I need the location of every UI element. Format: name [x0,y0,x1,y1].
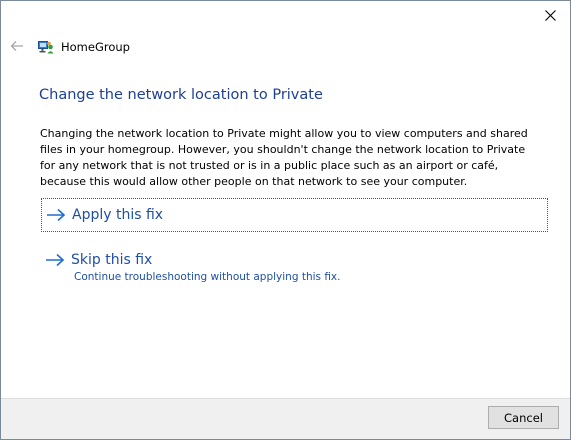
footer-bar: Cancel [1,398,570,439]
description-text: Changing the network location to Private… [40,127,528,188]
homegroup-icon [38,40,54,54]
right-arrow-icon [45,253,65,267]
window-title: HomeGroup [61,40,130,54]
close-button[interactable] [536,3,564,27]
close-icon [544,9,556,21]
page-heading: Change the network location to Private [39,87,323,103]
title-bar: HomeGroup [38,38,130,56]
skip-fix-option[interactable]: Skip this fix Continue troubleshooting w… [45,252,385,292]
back-button[interactable] [7,36,27,56]
apply-fix-option[interactable]: Apply this fix [41,198,548,232]
cancel-button[interactable]: Cancel [488,406,559,429]
back-arrow-icon [10,41,23,51]
skip-fix-description: Continue troubleshooting without applyin… [74,271,341,283]
right-arrow-icon [46,208,66,222]
skip-fix-label: Skip this fix [71,252,153,268]
troubleshooter-window: HomeGroup Change the network location to… [0,0,571,440]
apply-fix-label: Apply this fix [72,207,164,223]
